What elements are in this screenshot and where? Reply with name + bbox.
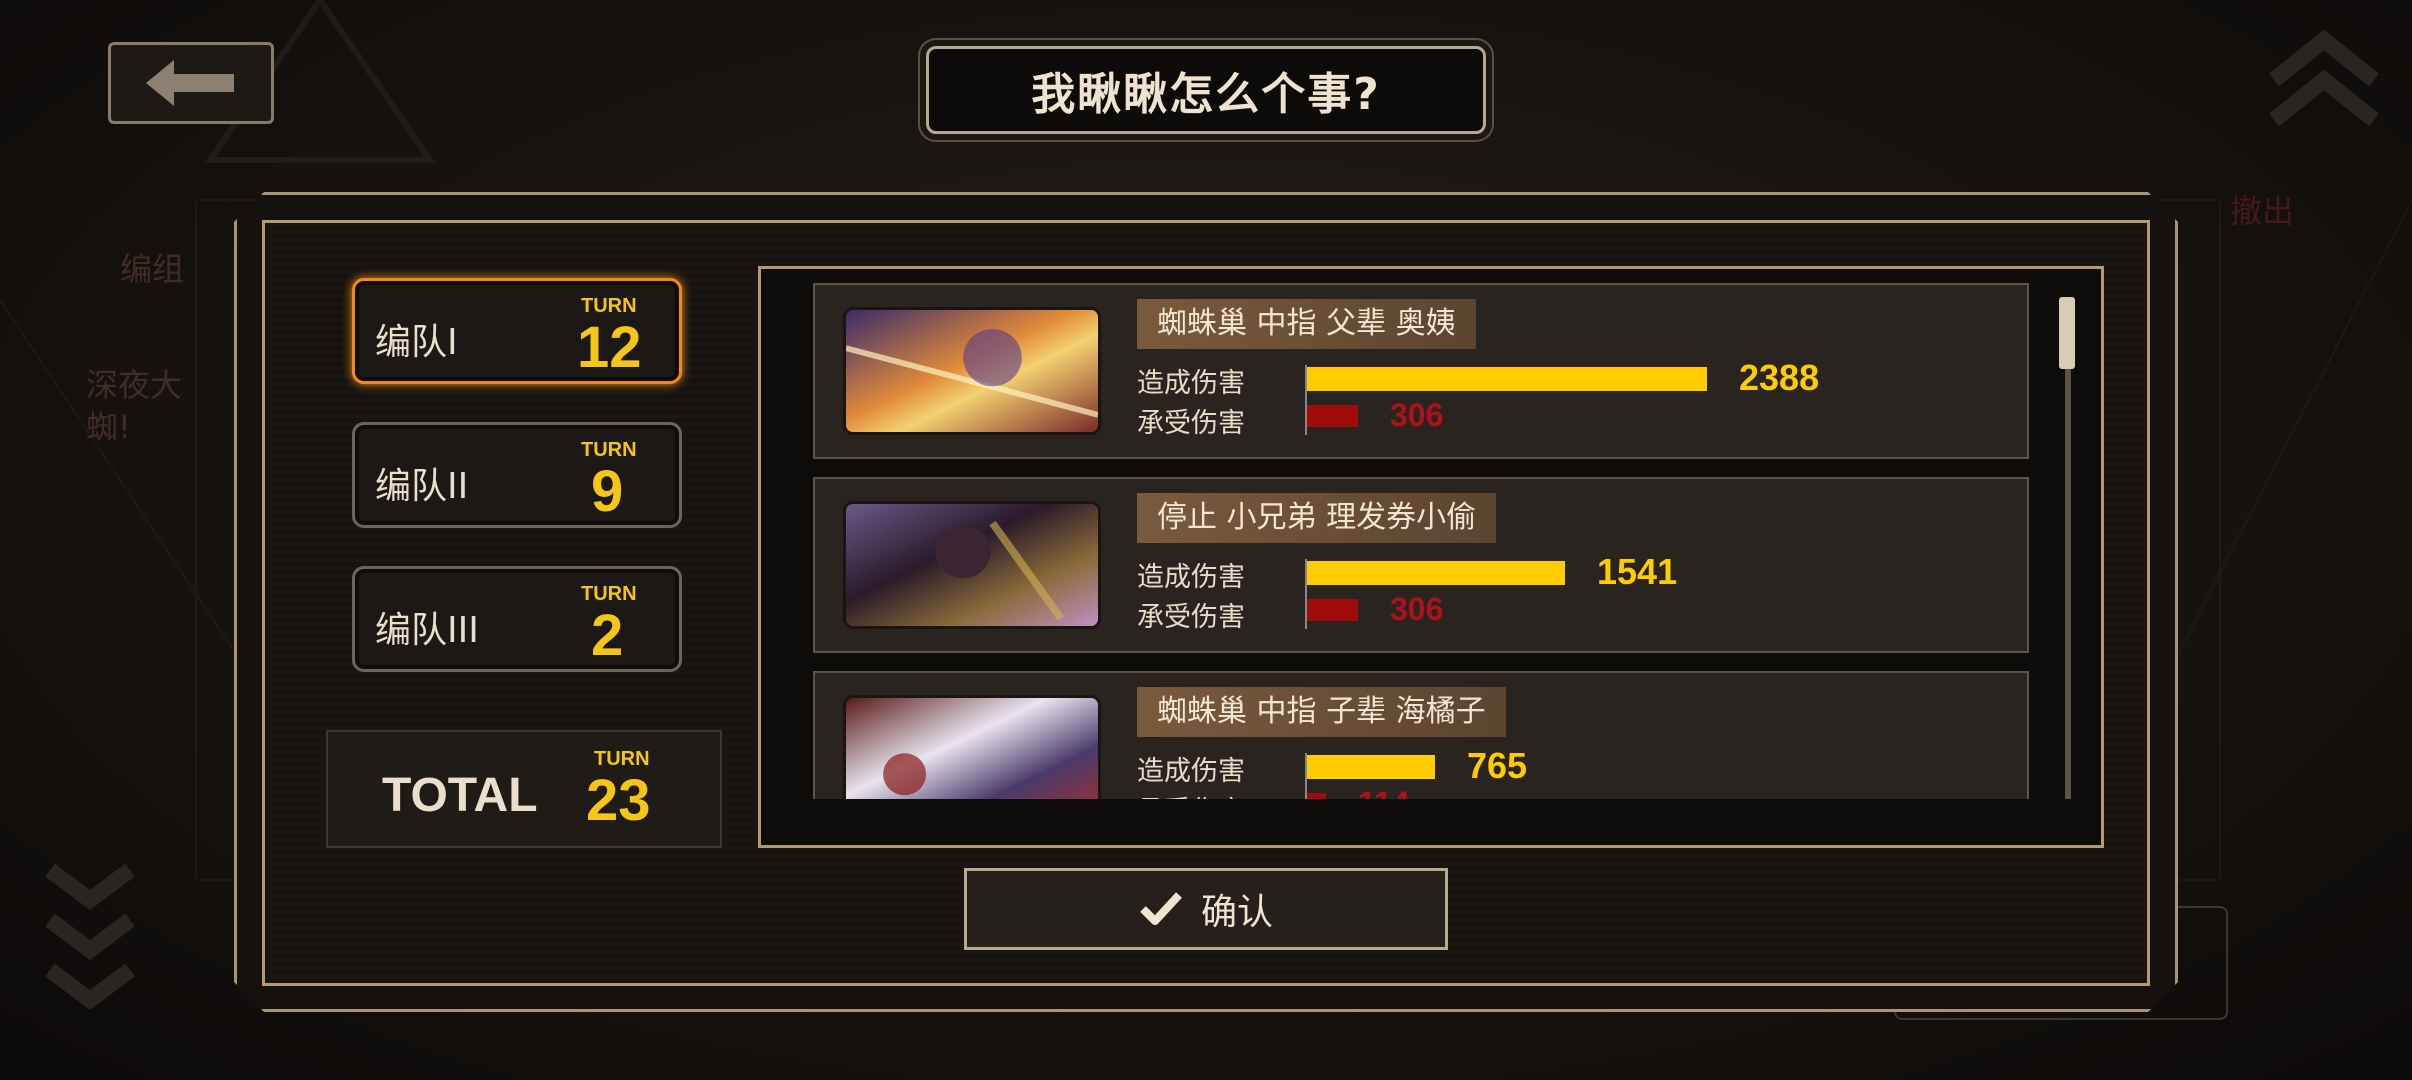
damage-dealt-value: 2388 — [1739, 357, 1820, 398]
damage-list-viewport: 蜘蛛巢 中指 父辈 奥姨 造成伤害 承受伤害 2388 306 停止 小兄弟 理… — [761, 269, 2101, 799]
bg-hint-right: 撤出 — [2230, 192, 2295, 230]
damage-entry-1[interactable]: 蜘蛛巢 中指 父辈 奥姨 造成伤害 承受伤害 2388 306 — [813, 283, 2029, 459]
damage-dealt-label: 造成伤害 — [1137, 368, 1245, 399]
scrollbar-thumb[interactable] — [2059, 297, 2075, 369]
bg-hint-team: 编组 — [120, 250, 185, 288]
team-tab-2[interactable]: 编队II TURN 9 — [352, 422, 682, 528]
total-turns-card: TOTAL TURN 23 — [326, 730, 722, 848]
damage-taken-label: 承受伤害 — [1137, 789, 1245, 799]
damage-list-panel[interactable]: 蜘蛛巢 中指 父辈 奥姨 造成伤害 承受伤害 2388 306 停止 小兄弟 理… — [758, 266, 2104, 848]
damage-taken-label: 承受伤害 — [1137, 408, 1245, 439]
damage-taken-label: 承受伤害 — [1137, 602, 1245, 633]
damage-taken-bar — [1307, 405, 1358, 427]
turn-count: 9 — [591, 459, 624, 524]
bg-hint-name2: 蜘! — [86, 408, 131, 446]
up-chevrons-icon — [2269, 29, 2379, 127]
team-label: 编队III — [375, 610, 479, 651]
confirm-button[interactable]: 确认 — [964, 868, 1448, 950]
damage-taken-bar — [1307, 793, 1326, 799]
down-chevrons-icon — [45, 863, 135, 1010]
total-turn-count: 23 — [586, 768, 651, 833]
team-tab-3[interactable]: 编队III TURN 2 — [352, 566, 682, 672]
damage-dealt-value: 1541 — [1597, 551, 1678, 592]
character-portrait — [843, 695, 1101, 799]
team-label: 编队II — [375, 466, 469, 507]
character-portrait — [843, 307, 1101, 435]
damage-entry-3[interactable]: 蜘蛛巢 中指 子辈 海橘子 造成伤害 承受伤害 765 114 — [813, 671, 2029, 799]
checkmark-icon — [1140, 892, 1182, 925]
confirm-label: 确认 — [1200, 892, 1273, 933]
character-name: 蜘蛛巢 中指 父辈 奥姨 — [1137, 299, 1476, 349]
character-name: 蜘蛛巢 中指 子辈 海橘子 — [1137, 687, 1506, 737]
character-portrait — [843, 501, 1101, 629]
back-button[interactable] — [108, 42, 274, 124]
damage-entry-2[interactable]: 停止 小兄弟 理发券小偷 造成伤害 承受伤害 1541 306 — [813, 477, 2029, 653]
turn-count: 2 — [591, 603, 624, 668]
damage-taken-value: 306 — [1390, 591, 1444, 627]
character-name: 停止 小兄弟 理发券小偷 — [1137, 493, 1497, 543]
back-arrow-icon — [146, 60, 234, 106]
scrollbar-track[interactable] — [2065, 297, 2071, 799]
damage-taken-bar — [1307, 599, 1358, 621]
team-tab-1[interactable]: 编队I TURN 12 — [352, 278, 682, 384]
team-label: 编队I — [375, 322, 458, 363]
damage-dealt-label: 造成伤害 — [1137, 562, 1245, 593]
turn-count: 12 — [577, 315, 642, 380]
damage-dealt-bar — [1307, 755, 1435, 779]
damage-dealt-bar — [1307, 561, 1565, 585]
damage-taken-value: 114 — [1358, 785, 1410, 799]
damage-dealt-value: 765 — [1467, 745, 1528, 786]
damage-dealt-label: 造成伤害 — [1137, 756, 1245, 787]
bg-hint-name: 深夜大 — [86, 366, 183, 404]
damage-taken-value: 306 — [1390, 397, 1444, 433]
total-label: TOTAL — [382, 769, 538, 822]
page-title: 我瞅瞅怎么个事? — [926, 46, 1486, 134]
damage-dealt-bar — [1307, 367, 1707, 391]
